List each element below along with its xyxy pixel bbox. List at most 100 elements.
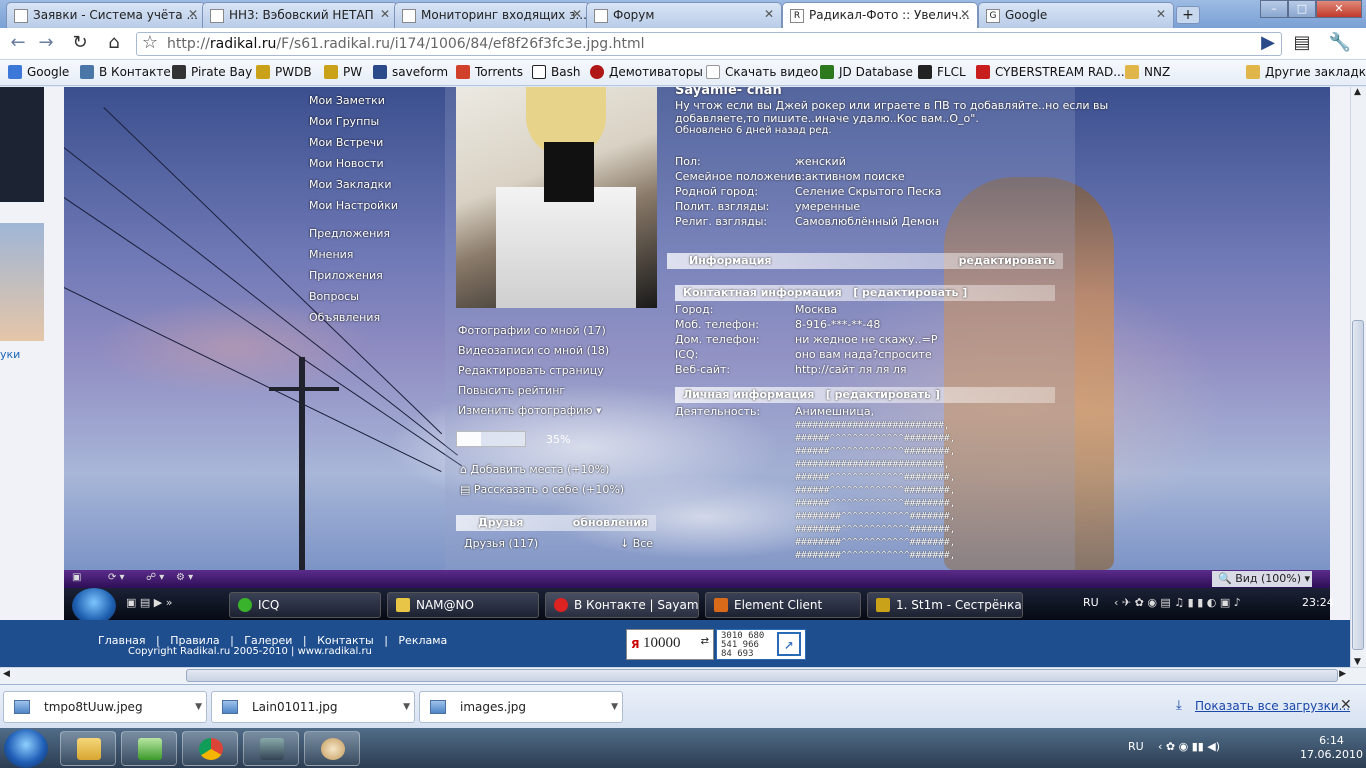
menu-item[interactable]: Мои Встречи xyxy=(309,136,383,149)
scroll-up-icon[interactable]: ▲ xyxy=(1354,87,1361,97)
zoom-level[interactable]: 🔍 Вид (100%) ▾ xyxy=(1212,571,1312,587)
bookmark-vkontakte[interactable]: В Контакте xyxy=(80,65,171,79)
go-icon[interactable]: ▶ xyxy=(1256,33,1280,55)
taskbar-explorer[interactable] xyxy=(60,731,116,766)
menu-item[interactable]: Вопросы xyxy=(309,290,359,303)
language-indicator[interactable]: RU xyxy=(1128,740,1144,753)
contact-value[interactable]: http://сайт ля ля ля xyxy=(795,363,906,376)
raise-rating-link[interactable]: Повысить рейтинг xyxy=(458,384,565,397)
page-menu-icon[interactable]: ▤ xyxy=(1290,33,1314,55)
download-item[interactable]: tmpo8tUuw.jpeg ▼ xyxy=(3,691,207,723)
download-item[interactable]: images.jpg ▼ xyxy=(419,691,623,723)
chevron-down-icon[interactable]: ▼ xyxy=(195,692,202,722)
profile-photo[interactable] xyxy=(456,87,657,308)
menu-item[interactable]: Мнения xyxy=(309,248,353,261)
videos-with-me-link[interactable]: Видеозаписи со мной (18) xyxy=(458,344,609,357)
change-photo-link[interactable]: Изменить фотографию ▾ xyxy=(458,404,602,417)
bookmark-cyberstream[interactable]: CYBERSTREAM RAD... xyxy=(976,65,1125,79)
friends-count[interactable]: Друзья (117) xyxy=(464,537,538,550)
tab-3[interactable]: Мониторинг входящих з... ✕ xyxy=(394,2,590,28)
reload-icon[interactable]: ↻ xyxy=(68,33,92,55)
taskbar-chrome[interactable] xyxy=(182,731,238,766)
add-places-link[interactable]: ⌂ Добавить места (+10%) xyxy=(460,463,609,476)
menu-item[interactable]: Приложения xyxy=(309,269,383,282)
new-tab-button[interactable]: + xyxy=(1176,6,1200,24)
bookmark-pwdb[interactable]: PWDB xyxy=(256,65,312,79)
thumbnail[interactable] xyxy=(0,223,44,341)
tab-5[interactable]: R Радикал-Фото :: Увелич... ✕ xyxy=(782,2,978,28)
star-icon[interactable]: ☆ xyxy=(138,33,162,55)
menu-item[interactable]: Мои Новости xyxy=(309,157,384,170)
tab-2[interactable]: НН3: Вэбовский НЕТАП ✕ xyxy=(202,2,398,28)
bookmark-google[interactable]: Google xyxy=(8,65,69,79)
inner-task-vkontakte[interactable]: В Контакте | Sayam... xyxy=(545,592,699,618)
chevron-down-icon[interactable]: ▼ xyxy=(403,692,410,722)
scroll-left-icon[interactable]: ◀ xyxy=(3,669,10,679)
bookmark-saveform[interactable]: saveform xyxy=(373,65,448,79)
system-clock[interactable]: 6:14 17.06.2010 xyxy=(1300,734,1363,762)
menu-item[interactable]: Мои Закладки xyxy=(309,178,391,191)
network-icon[interactable]: ☍ ▾ xyxy=(146,572,164,586)
close-icon[interactable]: ✕ xyxy=(188,7,198,21)
maximize-button[interactable]: □ xyxy=(1288,0,1316,18)
download-item[interactable]: Lain01011.jpg ▼ xyxy=(211,691,415,723)
bookmark-flcl[interactable]: FLCL xyxy=(918,65,966,79)
close-icon[interactable]: ✕ xyxy=(1340,697,1352,713)
settings-icon[interactable]: ⚙ ▾ xyxy=(176,572,193,586)
menu-item[interactable]: Мои Группы xyxy=(309,115,379,128)
close-icon[interactable]: ✕ xyxy=(380,7,390,21)
contact-value[interactable]: Москва xyxy=(795,303,837,316)
bookmark-piratebay[interactable]: Pirate Bay xyxy=(172,65,252,79)
minimize-button[interactable]: – xyxy=(1260,0,1288,18)
show-all-downloads-link[interactable]: Показать все загрузки... xyxy=(1195,699,1350,713)
tab-1[interactable]: Заявки - Система учёта ... ✕ xyxy=(6,2,206,28)
thumbnail[interactable] xyxy=(0,87,44,202)
inner-tray-icons[interactable]: ‹ ✈ ✿ ◉ ▤ ♫ ▮ ▮ ◐ ▣ ♪ xyxy=(1114,596,1241,609)
inner-task-element-client[interactable]: Element Client xyxy=(705,592,861,618)
bookmark-torrents[interactable]: Torrents xyxy=(456,65,523,79)
wrench-icon[interactable]: 🔧 xyxy=(1328,33,1352,55)
bookmark-demotivators[interactable]: Демотиваторы xyxy=(590,65,703,79)
scroll-down-icon[interactable]: ▼ xyxy=(1354,657,1361,667)
inner-language[interactable]: RU xyxy=(1083,596,1099,609)
panel-icon[interactable]: ▣ xyxy=(72,572,81,586)
field-value[interactable]: умеренные xyxy=(795,200,860,213)
taskbar-paint[interactable] xyxy=(304,731,360,766)
taskbar-app-green[interactable] xyxy=(121,731,177,766)
bookmark-nnz[interactable]: NNZ xyxy=(1125,65,1170,79)
menu-item[interactable]: Предложения xyxy=(309,227,390,240)
taskbar-media[interactable] xyxy=(243,731,299,766)
close-icon[interactable]: ✕ xyxy=(764,7,774,21)
close-icon[interactable]: ✕ xyxy=(572,7,582,21)
close-icon[interactable]: ✕ xyxy=(1156,7,1166,21)
refresh-icon[interactable]: ⟳ ▾ xyxy=(108,572,125,586)
close-button[interactable]: ✕ xyxy=(1316,0,1362,18)
yandex-counter[interactable]: Я 10000 ⇄ xyxy=(626,629,714,660)
chevron-down-icon[interactable]: ▼ xyxy=(611,692,618,722)
bookmark-pw[interactable]: PW xyxy=(324,65,362,79)
inner-task-music[interactable]: 1. St1m - Сестрёнка... xyxy=(867,592,1023,618)
tell-about-link[interactable]: ▤ Рассказать о себе (+10%) xyxy=(460,483,624,496)
edit-personal-link[interactable]: [ редактировать ] xyxy=(826,388,940,401)
close-icon[interactable]: ✕ xyxy=(960,7,970,21)
vertical-scroll-thumb[interactable] xyxy=(1352,320,1364,650)
other-bookmarks[interactable]: Другие закладки xyxy=(1246,65,1366,79)
menu-item[interactable]: Объявления xyxy=(309,311,380,324)
edit-page-link[interactable]: Редактировать страницу xyxy=(458,364,604,377)
friends-updates-link[interactable]: обновления xyxy=(573,515,648,531)
menu-item[interactable]: Мои Заметки xyxy=(309,94,385,107)
bookmark-bash[interactable]: Bash xyxy=(532,65,580,79)
edit-info-link[interactable]: редактировать xyxy=(959,253,1055,269)
scroll-right-icon[interactable]: ▶ xyxy=(1339,669,1346,679)
friends-all-link[interactable]: ↓ Все xyxy=(620,537,653,550)
bookmark-download-video[interactable]: Скачать видео! xyxy=(706,65,823,79)
tab-6[interactable]: G Google ✕ xyxy=(978,2,1174,28)
liveinternet-counter[interactable]: 3010 680 541 966 84 693 ↗ xyxy=(716,629,806,660)
address-bar[interactable]: http://radikal.ru/F/s61.radikal.ru/i174/… xyxy=(136,32,1282,56)
start-orb-icon[interactable] xyxy=(4,729,48,768)
inner-task-icq[interactable]: ICQ xyxy=(229,592,381,618)
forward-icon[interactable]: → xyxy=(34,33,58,55)
edit-contact-link[interactable]: [ редактировать ] xyxy=(853,286,967,299)
quicklaunch-icons[interactable]: ▣ ▤ ▶ » xyxy=(126,596,172,609)
field-value[interactable]: Самовлюблённый Демон xyxy=(795,215,939,228)
